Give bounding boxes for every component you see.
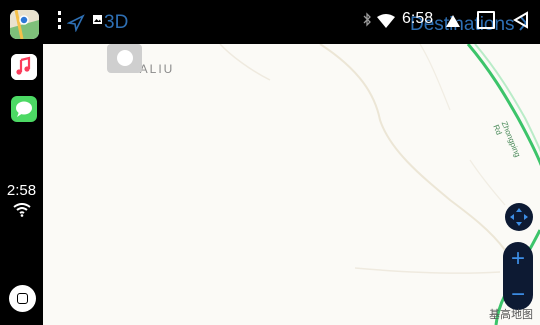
back-icon[interactable] [513, 11, 529, 29]
music-app-icon[interactable] [11, 54, 37, 80]
wifi-icon [13, 203, 31, 217]
maps-app-icon[interactable] [10, 10, 39, 39]
map-watermark: 基高地图 [489, 309, 533, 321]
status-clock: 6:58 [402, 10, 434, 27]
bluetooth-icon [363, 12, 371, 27]
zoom-in-button[interactable]: + [503, 247, 533, 271]
map-canvas[interactable] [43, 44, 540, 325]
image-icon [93, 15, 102, 24]
location-dot-icon [117, 50, 133, 66]
triangle-up-icon [446, 15, 460, 27]
view-3d-toggle[interactable]: 3D [104, 12, 128, 34]
pan-map-button[interactable] [505, 203, 533, 231]
menu-dots-icon[interactable] [58, 11, 62, 29]
home-button[interactable] [9, 285, 36, 312]
recents-icon[interactable] [477, 11, 495, 29]
wifi-signal-icon [377, 14, 395, 28]
pan-arrows-icon [510, 208, 528, 226]
home-icon [17, 293, 28, 304]
navigation-arrow-icon[interactable] [67, 14, 85, 32]
messages-app-icon[interactable] [11, 96, 37, 122]
current-location-chip[interactable] [107, 44, 142, 73]
zoom-control: + − [503, 242, 533, 310]
zoom-out-button[interactable]: − [503, 283, 533, 307]
carplay-dock: 2:58 [0, 0, 43, 325]
dock-clock: 2:58 [6, 182, 37, 199]
top-bar: 3D Destinations 6:58 [43, 0, 540, 44]
